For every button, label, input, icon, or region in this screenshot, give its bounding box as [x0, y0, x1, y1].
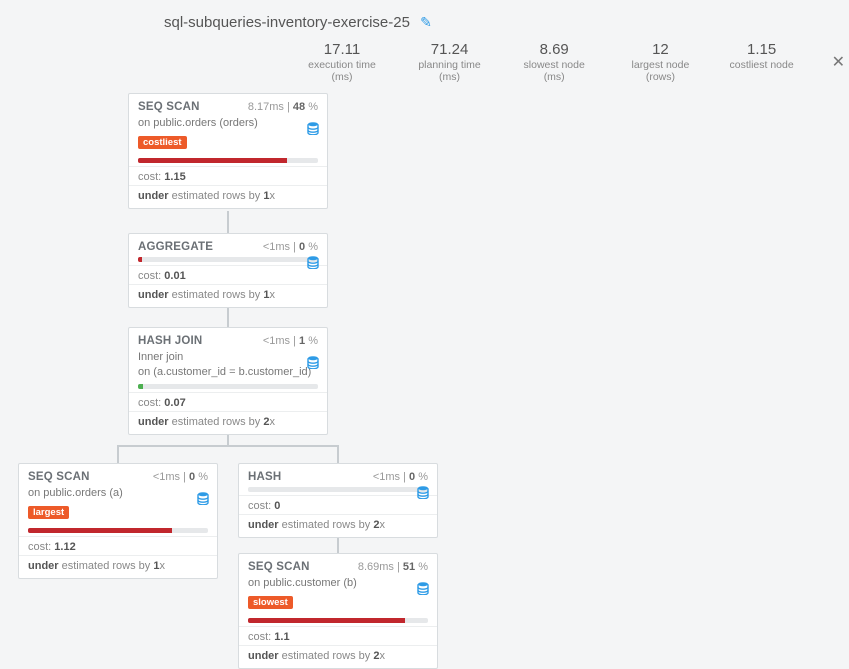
node-title: HASH JOIN [138, 335, 202, 347]
stat-value: 71.24 [410, 41, 489, 58]
plan-node-hash-join[interactable]: HASH JOIN <1ms | 1 % Inner join on (a.cu… [128, 327, 328, 435]
node-row-estimate: under estimated rows by 1x [28, 560, 208, 572]
database-icon[interactable] [307, 356, 319, 369]
database-icon[interactable] [197, 492, 209, 505]
database-icon[interactable] [307, 256, 319, 269]
node-subtitle: on public.orders (orders) [138, 116, 318, 131]
stat-execution-time: 17.11 execution time (ms) [300, 41, 384, 83]
node-subtitle: Inner join on (a.customer_id = b.custome… [138, 350, 318, 380]
database-icon[interactable] [307, 122, 319, 135]
node-subtitle: on public.orders (a) [28, 486, 208, 501]
plan-node-seq-scan[interactable]: SEQ SCAN 8.69ms | 51 % on public.custome… [238, 553, 438, 669]
stat-label: largest node (rows) [619, 59, 701, 83]
close-icon[interactable]: ✕ [828, 50, 849, 74]
edit-title-icon[interactable]: ✎ [420, 14, 432, 30]
stat-planning-time: 71.24 planning time (ms) [410, 41, 489, 83]
node-title: HASH [248, 471, 281, 483]
cost-bar [248, 487, 428, 492]
node-timing: <1ms | 0 % [373, 471, 428, 483]
node-title: SEQ SCAN [138, 101, 200, 113]
node-cost: cost: 1.1 [248, 631, 428, 643]
stat-value: 8.69 [515, 41, 593, 58]
node-title: SEQ SCAN [28, 471, 90, 483]
database-icon[interactable] [417, 582, 429, 595]
connector [227, 211, 229, 233]
connector [117, 445, 339, 447]
node-timing: <1ms | 1 % [263, 335, 318, 347]
node-cost: cost: 1.15 [138, 171, 318, 183]
cost-bar [138, 257, 318, 262]
page-title-row: sql-subqueries-inventory-exercise-25 ✎ [0, 0, 849, 31]
cost-bar [138, 384, 318, 389]
node-row-estimate: under estimated rows by 1x [138, 190, 318, 202]
stat-value: 17.11 [300, 41, 384, 58]
node-tag-largest: largest [28, 506, 69, 519]
connector [227, 305, 229, 327]
plan-tree: SEQ SCAN 8.17ms | 48 % on public.orders … [0, 93, 849, 613]
stat-value: 1.15 [728, 41, 796, 58]
database-icon[interactable] [417, 486, 429, 499]
stat-costliest-node: 1.15 costliest node [728, 41, 796, 71]
node-cost: cost: 0.01 [138, 270, 318, 282]
node-timing: <1ms | 0 % [263, 241, 318, 253]
stats-bar: 17.11 execution time (ms) 71.24 planning… [300, 41, 849, 83]
connector [337, 445, 339, 463]
cost-bar [248, 618, 428, 623]
node-row-estimate: under estimated rows by 2x [248, 650, 428, 662]
node-title: AGGREGATE [138, 241, 213, 253]
plan-node-seq-scan[interactable]: SEQ SCAN <1ms | 0 % on public.orders (a)… [18, 463, 218, 579]
plan-node-aggregate[interactable]: AGGREGATE <1ms | 0 % cost: 0.01 under es… [128, 233, 328, 308]
node-row-estimate: under estimated rows by 2x [248, 519, 428, 531]
node-tag-slowest: slowest [248, 596, 293, 609]
node-cost: cost: 0 [248, 500, 428, 512]
stat-slowest-node: 8.69 slowest node (ms) [515, 41, 593, 83]
node-cost: cost: 1.12 [28, 541, 208, 553]
node-cost: cost: 0.07 [138, 397, 318, 409]
node-row-estimate: under estimated rows by 1x [138, 289, 318, 301]
stat-value: 12 [619, 41, 701, 58]
connector [117, 445, 119, 463]
stat-largest-node: 12 largest node (rows) [619, 41, 701, 83]
cost-bar [138, 158, 318, 163]
node-tag-costliest: costliest [138, 136, 187, 149]
stat-label: slowest node (ms) [515, 59, 593, 83]
page-title: sql-subqueries-inventory-exercise-25 [164, 14, 410, 31]
stat-label: costliest node [728, 59, 796, 71]
node-timing: <1ms | 0 % [153, 471, 208, 483]
node-timing: 8.17ms | 48 % [248, 101, 318, 113]
node-timing: 8.69ms | 51 % [358, 561, 428, 573]
node-row-estimate: under estimated rows by 2x [138, 416, 318, 428]
plan-node-hash[interactable]: HASH <1ms | 0 % cost: 0 under estimated … [238, 463, 438, 538]
cost-bar [28, 528, 208, 533]
node-title: SEQ SCAN [248, 561, 310, 573]
stat-label: execution time (ms) [300, 59, 384, 83]
node-subtitle: on public.customer (b) [248, 576, 428, 591]
plan-node-seq-scan[interactable]: SEQ SCAN 8.17ms | 48 % on public.orders … [128, 93, 328, 209]
stat-label: planning time (ms) [410, 59, 489, 83]
